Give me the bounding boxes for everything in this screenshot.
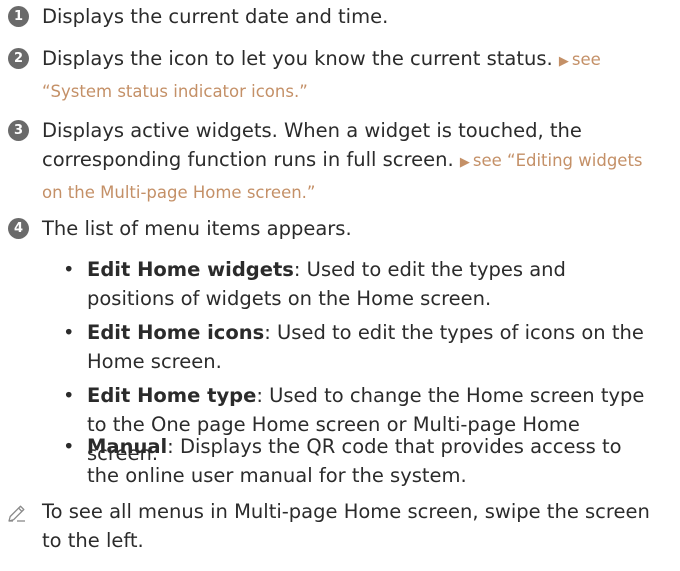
menu-item-bullet: • Edit Home icons: Used to edit the type…: [0, 318, 660, 376]
menu-item-description: : Displays the QR code that provides acc…: [87, 435, 622, 487]
menu-item-text: Manual: Displays the QR code that provid…: [87, 432, 647, 490]
numbered-item-4: 4 The list of menu items appears.: [0, 214, 660, 243]
number-badge: 1: [8, 6, 29, 27]
menu-item-title: Edit Home icons: [87, 321, 265, 344]
bullet-dot: •: [63, 258, 75, 281]
menu-item-title: Edit Home widgets: [87, 258, 294, 281]
pencil-icon: [8, 505, 25, 522]
manual-page: 1 Displays the current date and time. 2 …: [0, 0, 680, 571]
item-text: Displays the current date and time.: [42, 5, 389, 28]
note-text: To see all menus in Multi-page Home scre…: [42, 500, 650, 552]
bullet-dot: •: [63, 321, 75, 344]
menu-item-bullet: • Edit Home widgets: Used to edit the ty…: [0, 255, 660, 313]
item-text: The list of menu items appears.: [42, 217, 352, 240]
menu-item-bullet: • Manual: Displays the QR code that prov…: [0, 432, 660, 490]
number-badge: 2: [8, 48, 29, 69]
number-badge: 4: [8, 218, 29, 239]
item-text-block: Displays active widgets. When a widget i…: [42, 116, 652, 207]
menu-item-title: Edit Home type: [87, 384, 257, 407]
numbered-item-3: 3 Displays active widgets. When a widget…: [0, 116, 660, 207]
item-text-block: Displays the icon to let you know the cu…: [42, 44, 652, 106]
triangle-right-icon: ▶: [459, 155, 470, 170]
bullet-dot: •: [63, 384, 75, 407]
menu-item-text: Edit Home icons: Used to edit the types …: [87, 318, 647, 376]
triangle-right-icon: ▶: [558, 54, 569, 69]
numbered-item-2: 2 Displays the icon to let you know the …: [0, 44, 660, 106]
note: To see all menus in Multi-page Home scre…: [0, 497, 660, 555]
bullet-dot: •: [63, 435, 75, 458]
menu-item-text: Edit Home widgets: Used to edit the type…: [87, 255, 647, 313]
menu-item-title: Manual: [87, 435, 168, 458]
numbered-item-1: 1 Displays the current date and time.: [0, 2, 660, 31]
number-badge: 3: [8, 120, 29, 141]
item-text: Displays the icon to let you know the cu…: [42, 47, 553, 70]
